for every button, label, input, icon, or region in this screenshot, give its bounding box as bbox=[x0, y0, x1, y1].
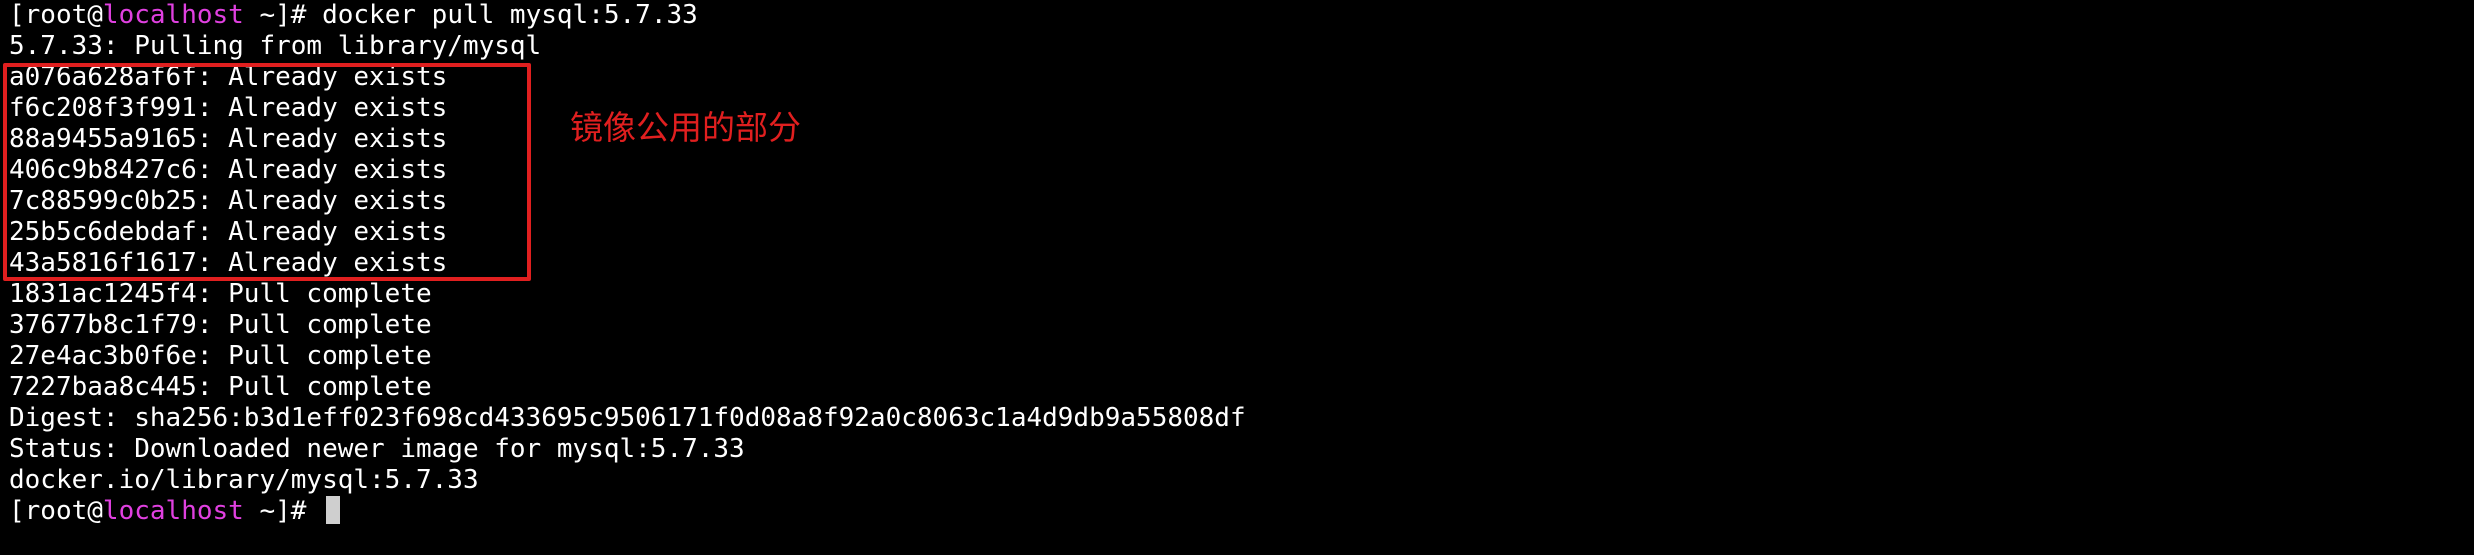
output-line: 5.7.33: Pulling from library/mysql bbox=[9, 31, 542, 61]
prompt-host: localhost bbox=[102, 496, 244, 526]
shared-layers-annotation: 镜像公用的部分 bbox=[570, 108, 801, 147]
final-prompt-line[interactable]: [root@localhost ~]# bbox=[9, 496, 1246, 527]
prompt-suffix: ~]# bbox=[243, 0, 323, 30]
prompt-user: [root@ bbox=[9, 0, 103, 30]
output-line: Digest: sha256:b3d1eff023f698cd433695c95… bbox=[9, 403, 1246, 433]
command-text: docker pull mysql:5.7.33 bbox=[322, 0, 698, 30]
terminal-window[interactable]: [root@localhost ~]# docker pull mysql:5.… bbox=[0, 0, 2474, 555]
output-line: 27e4ac3b0f6e: Pull complete bbox=[9, 341, 432, 371]
output-line: 1831ac1245f4: Pull complete bbox=[9, 279, 432, 309]
shared-layers-highlight-box bbox=[3, 63, 531, 281]
output-line: Status: Downloaded newer image for mysql… bbox=[9, 434, 745, 464]
output-line: 37677b8c1f79: Pull complete bbox=[9, 310, 432, 340]
prompt-suffix: ~]# bbox=[243, 496, 323, 526]
prompt-host: localhost bbox=[102, 0, 244, 30]
prompt-user: [root@ bbox=[9, 496, 103, 526]
output-line: 7227baa8c445: Pull complete bbox=[9, 372, 432, 402]
output-line: docker.io/library/mysql:5.7.33 bbox=[9, 465, 479, 495]
terminal-cursor[interactable] bbox=[326, 496, 341, 524]
command-line: [root@localhost ~]# docker pull mysql:5.… bbox=[9, 0, 1246, 31]
